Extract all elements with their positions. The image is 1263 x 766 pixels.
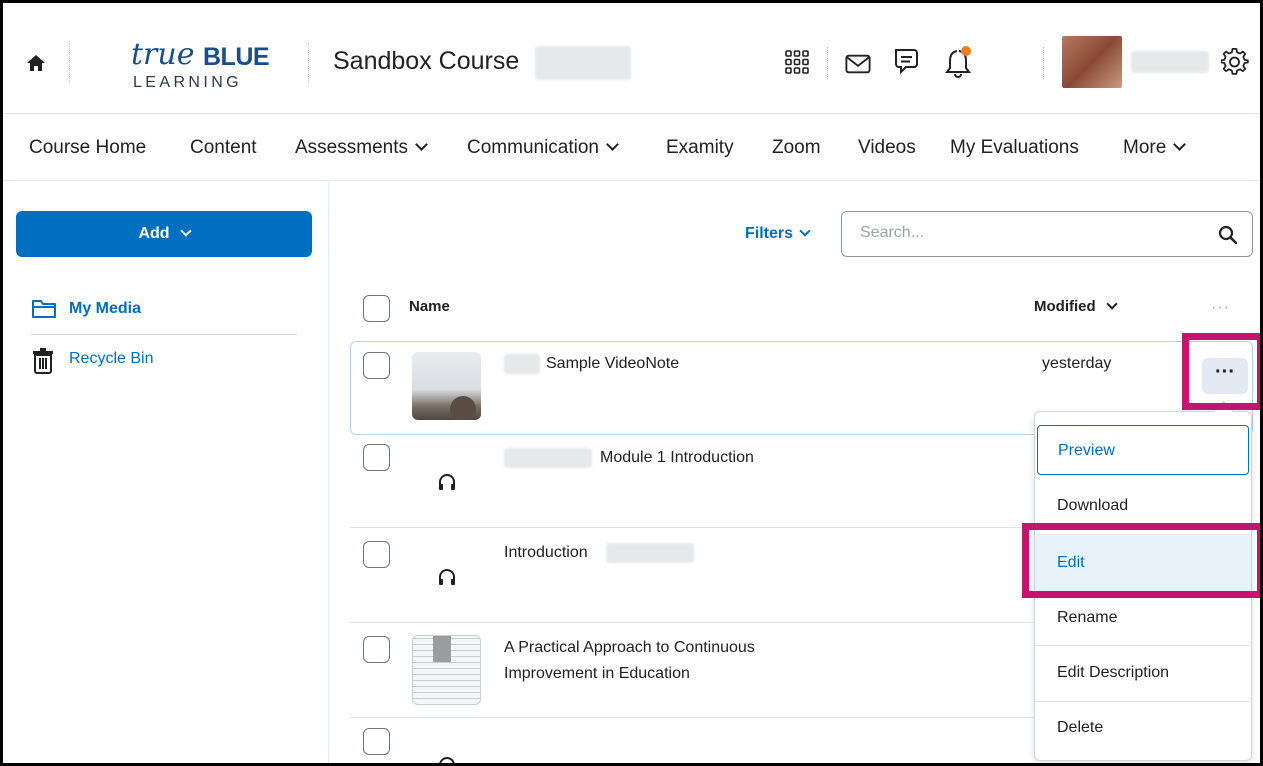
menu-item-edit-description[interactable]: Edit Description xyxy=(1035,645,1251,701)
row-checkbox[interactable] xyxy=(363,728,390,755)
video-thumbnail[interactable] xyxy=(412,352,481,420)
row-divider xyxy=(350,622,1033,623)
nav-communication-label: Communication xyxy=(467,137,599,158)
header-divider xyxy=(69,43,70,83)
menu-item-rename[interactable]: Rename xyxy=(1035,590,1251,646)
headphones-icon xyxy=(439,569,455,585)
row-actions-button[interactable]: ··· xyxy=(1202,358,1248,394)
row-modified: yesterday xyxy=(1042,355,1112,372)
nav-content[interactable]: Content xyxy=(190,137,257,159)
logo-word-true: true xyxy=(131,37,195,72)
avatar[interactable] xyxy=(1062,36,1122,88)
course-title[interactable]: Sandbox Course xyxy=(333,47,519,76)
nav-more-label: More xyxy=(1123,137,1167,158)
row-actions-menu: Preview Download Edit Rename Edit Descri… xyxy=(1034,411,1252,761)
row-title-line2[interactable]: Improvement in Education xyxy=(504,663,690,685)
row-divider xyxy=(350,717,1033,718)
logo-word-learning: LEARNING xyxy=(133,74,242,91)
nav-zoom[interactable]: Zoom xyxy=(772,137,821,159)
nav-videos[interactable]: Videos xyxy=(858,137,916,159)
redacted-text xyxy=(504,448,592,468)
menu-item-preview[interactable]: Preview xyxy=(1037,425,1249,475)
header-divider xyxy=(308,43,309,83)
app-window: true BLUE LEARNING Sandbox Course Course… xyxy=(0,0,1263,766)
redacted-text xyxy=(606,543,694,563)
chevron-down-icon xyxy=(179,225,192,237)
chevron-down-icon xyxy=(1105,298,1118,310)
folder-icon xyxy=(32,300,56,318)
row-checkbox[interactable] xyxy=(363,352,390,379)
search-input[interactable] xyxy=(860,224,1190,242)
select-all-checkbox[interactable] xyxy=(363,295,390,322)
filters-button[interactable]: Filters xyxy=(745,225,811,243)
redacted-course-code xyxy=(535,46,631,80)
nav-assessments[interactable]: Assessments xyxy=(295,137,428,159)
top-header: true BLUE LEARNING Sandbox Course xyxy=(3,3,1260,114)
logo-word-blue: BLUE xyxy=(203,43,270,71)
redacted-text xyxy=(504,354,540,374)
chevron-down-icon xyxy=(799,225,811,237)
trash-icon xyxy=(33,348,53,374)
menu-item-edit[interactable]: Edit xyxy=(1035,535,1251,591)
row-title[interactable]: Introduction xyxy=(504,542,588,564)
row-divider xyxy=(350,527,1033,528)
header-divider xyxy=(827,47,828,79)
nav-assessments-label: Assessments xyxy=(295,137,408,158)
nav-course-home[interactable]: Course Home xyxy=(29,137,146,159)
apps-grid-icon[interactable] xyxy=(784,49,810,75)
nav-communication[interactable]: Communication xyxy=(467,137,619,159)
column-header-modified-label: Modified xyxy=(1034,298,1096,315)
sidebar-divider xyxy=(31,334,297,335)
row-checkbox[interactable] xyxy=(363,444,390,471)
chat-icon[interactable] xyxy=(893,47,921,77)
document-thumbnail[interactable] xyxy=(412,635,481,705)
sidebar-item-label: Recycle Bin xyxy=(69,350,154,367)
headphones-icon xyxy=(439,757,455,763)
chevron-down-icon xyxy=(606,138,619,151)
media-sidebar: Add My Media Recycle Bin xyxy=(3,182,329,763)
search-icon[interactable] xyxy=(1218,225,1238,245)
headphones-icon xyxy=(439,474,455,490)
row-checkbox[interactable] xyxy=(363,636,390,663)
trueblue-learning-logo[interactable]: true BLUE LEARNING xyxy=(131,37,270,97)
menu-item-download[interactable]: Download xyxy=(1035,478,1251,534)
nav-examity[interactable]: Examity xyxy=(666,137,734,159)
row-title[interactable]: Module 1 Introduction xyxy=(600,447,754,469)
search-box[interactable] xyxy=(841,211,1253,257)
gear-icon[interactable] xyxy=(1221,48,1249,76)
column-header-modified[interactable]: Modified xyxy=(1034,298,1118,315)
chevron-down-icon xyxy=(415,138,428,151)
row-checkbox[interactable] xyxy=(363,541,390,568)
menu-item-delete[interactable]: Delete xyxy=(1035,700,1251,756)
bell-icon[interactable] xyxy=(944,45,974,79)
header-divider xyxy=(1043,47,1044,79)
column-options-button[interactable]: ··· xyxy=(1211,299,1230,317)
nav-more[interactable]: More xyxy=(1123,137,1187,159)
course-navbar: Course Home Content Assessments Communic… xyxy=(3,115,1260,181)
redacted-user-name xyxy=(1131,51,1209,73)
column-header-name[interactable]: Name xyxy=(409,298,450,315)
nav-my-evaluations[interactable]: My Evaluations xyxy=(950,137,1079,159)
add-button[interactable]: Add xyxy=(16,211,312,257)
mail-icon[interactable] xyxy=(845,51,871,77)
sidebar-item-label: My Media xyxy=(69,300,142,317)
row-title[interactable]: Sample VideoNote xyxy=(546,353,679,375)
home-icon[interactable] xyxy=(25,52,47,74)
filters-label: Filters xyxy=(745,225,794,242)
add-button-label: Add xyxy=(138,225,170,242)
row-title-line1[interactable]: A Practical Approach to Continuous xyxy=(504,637,755,659)
chevron-down-icon xyxy=(1173,138,1187,151)
